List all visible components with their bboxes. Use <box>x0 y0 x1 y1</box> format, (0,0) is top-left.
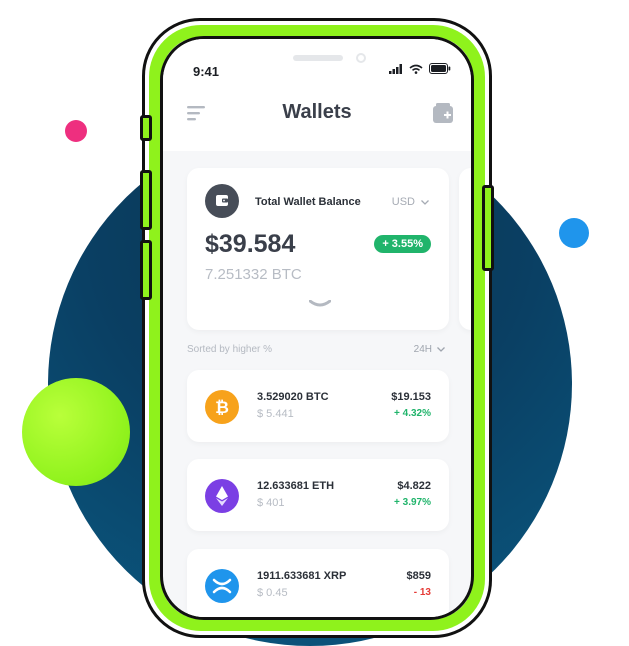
period-label: 24H <box>413 344 432 355</box>
balance-change-badge: + 3.55% <box>374 235 431 253</box>
balance-btc: 7.251332 BTC <box>205 266 302 283</box>
decor-dot-blue <box>559 218 589 248</box>
asset-row[interactable]: 1911.633681 XRP $ 0.45 $859 - 13 <box>187 549 449 617</box>
asset-change: - 13 <box>413 587 431 598</box>
balance-label: Total Wallet Balance <box>255 196 361 208</box>
next-card-peek[interactable] <box>459 168 471 330</box>
side-button-volume-down <box>140 240 152 300</box>
balance-amount: $39.584 <box>205 230 296 258</box>
asset-price: $859 <box>406 570 431 582</box>
app-header: 9:41 Wallets <box>163 39 471 151</box>
camera <box>356 53 366 63</box>
period-select[interactable]: 24H <box>414 344 445 355</box>
asset-row[interactable]: ₿ 3.529020 BTC $ 5.441 $19.153 + 4.32% <box>187 370 449 442</box>
phone-screen: 9:41 Wallets Total Wallet Balance USD $3… <box>160 36 474 620</box>
asset-usd-value: $ 401 <box>257 497 285 509</box>
currency-label: USD <box>391 196 415 208</box>
decor-dot-green <box>22 378 130 486</box>
asset-usd-value: $ 5.441 <box>257 408 294 420</box>
svg-text:₿: ₿ <box>215 398 229 417</box>
chevron-down-icon <box>421 199 429 205</box>
ripple-icon <box>205 569 239 603</box>
sort-label: Sorted by higher % <box>187 344 273 355</box>
asset-row[interactable]: 12.633681 ETH $ 401 $4.822 + 3.97% <box>187 459 449 531</box>
side-button-volume-up <box>140 170 152 230</box>
balance-card[interactable]: Total Wallet Balance USD $39.584 + 3.55%… <box>187 168 449 330</box>
asset-price: $4.822 <box>397 480 431 492</box>
side-button-power <box>482 185 494 271</box>
status-time: 9:41 <box>193 64 220 79</box>
asset-price: $19.153 <box>391 391 431 403</box>
speaker <box>293 55 343 61</box>
asset-change: + 3.97% <box>394 497 431 508</box>
bitcoin-icon: ₿ <box>205 390 239 424</box>
status-icons <box>389 63 451 74</box>
side-button-mute <box>140 115 152 141</box>
wifi-icon <box>409 64 423 74</box>
asset-amount: 12.633681 ETH <box>257 480 335 492</box>
asset-amount: 1911.633681 XRP <box>257 570 347 582</box>
chevron-down-icon <box>437 347 445 352</box>
asset-amount: 3.529020 BTC <box>257 391 329 403</box>
asset-change: + 4.32% <box>394 408 431 419</box>
add-wallet-icon[interactable] <box>433 103 453 123</box>
ethereum-icon <box>205 479 239 513</box>
decor-dot-pink <box>65 120 87 142</box>
expand-chevron-icon[interactable] <box>309 300 331 308</box>
asset-usd-value: $ 0.45 <box>257 587 288 599</box>
wallet-icon <box>205 184 239 218</box>
signal-icon <box>389 63 402 74</box>
currency-select[interactable]: USD <box>392 196 429 208</box>
page-title: Wallets <box>282 101 352 123</box>
battery-icon <box>429 63 451 74</box>
